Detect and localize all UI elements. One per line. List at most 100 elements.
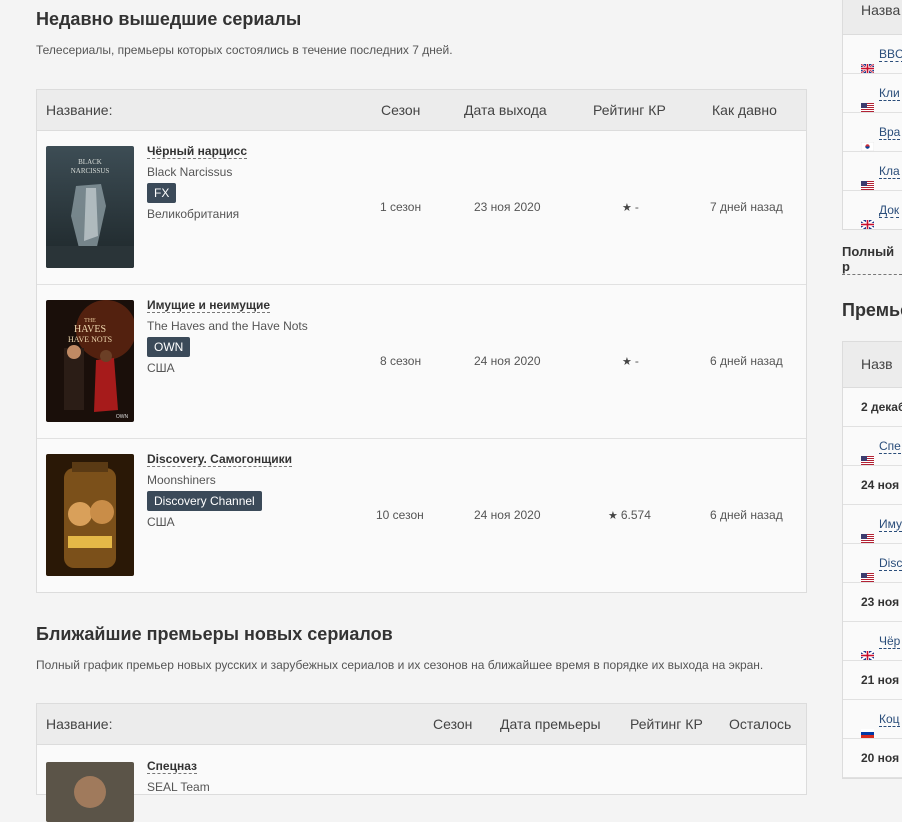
poster-image[interactable] [46,762,134,822]
network-badge[interactable]: OWN [147,337,191,357]
network-badge[interactable]: Discovery Channel [147,491,262,511]
poster-image[interactable]: THE HAVES HAVE NOTS OWN [46,300,134,422]
sidebar-item-link[interactable]: Док [879,203,900,218]
recent-section-description: Телесериалы, премьеры которых состоялись… [36,43,453,57]
sidebar-item-link[interactable]: BBC [879,47,902,62]
svg-text:OWN: OWN [116,414,129,420]
table-row: Discovery. Самогонщики Moonshiners Disco… [37,439,806,592]
sidebar-item-link[interactable]: Кли [879,86,900,101]
sidebar-item[interactable]: Коц [843,700,902,739]
sidebar-item[interactable]: Спе [843,427,902,466]
show-title-link[interactable]: Спецназ [147,759,197,774]
upcoming-section-description: Полный график премьер новых русских и за… [36,658,764,672]
flag-us-icon [861,520,874,543]
flag-uk-icon [860,206,875,229]
flag-us-icon [861,167,874,190]
sidebar-item-link[interactable]: Чёр [879,634,901,649]
ago-cell: 7 дней назад [710,200,783,214]
sidebar-item[interactable]: Док [843,191,902,229]
sidebar-item[interactable]: Кла [843,152,902,191]
star-icon: ★ [622,202,632,214]
sidebar-date: 21 ноя [843,661,902,700]
sidebar-date: 24 ноя [843,466,902,505]
col-rating[interactable]: Рейтинг КР [630,716,703,732]
sidebar-item-link[interactable]: Коц [879,712,900,727]
sidebar-item[interactable]: Иму [843,505,902,544]
flag-us-icon [861,442,874,465]
sidebar-item-link[interactable]: Спе [879,439,901,454]
col-name: Название: [46,716,113,732]
season-cell: 1 сезон [380,200,422,214]
sidebar-item[interactable]: BBC [843,35,902,74]
date-cell: 24 ноя 2020 [474,354,541,368]
col-season[interactable]: Сезон [433,716,472,732]
rating-cell: ★ - [622,200,639,214]
network-badge[interactable]: FX [147,183,177,203]
sidebar-header: Назва [843,0,902,35]
country: США [147,515,175,529]
flag-us-icon [861,89,874,112]
poster-image[interactable]: BLACK NARCISSUS [46,146,134,268]
svg-text:HAVE NOTS: HAVE NOTS [68,335,112,344]
sidebar-item-link[interactable]: Disc [879,556,902,571]
show-info: Чёрный нарцисс Black Narcissus FX Велико… [147,144,247,221]
country: США [147,361,175,375]
col-name: Название: [46,102,113,118]
svg-text:BLACK: BLACK [78,158,102,166]
season-cell: 10 сезон [376,508,424,522]
col-date[interactable]: Дата премьеры [500,716,601,732]
original-title: Black Narcissus [147,165,233,179]
rating-value: 6.574 [620,508,651,522]
show-title-link[interactable]: Discovery. Самогонщики [147,452,292,467]
table-header: Название: Сезон Дата выхода Рейтинг КР К… [37,90,806,131]
col-left[interactable]: Осталось [729,716,791,732]
ago-cell: 6 дней назад [710,354,783,368]
sidebar-item[interactable]: Вра [843,113,902,152]
recent-section-title: Недавно вышедшие сериалы [36,9,302,29]
sidebar-header: Назв [843,342,902,388]
full-schedule-link[interactable]: Полный р [842,244,902,275]
rating-value: - [634,200,639,214]
ago-cell: 6 дней назад [710,508,783,522]
sidebar-item[interactable]: Disc [843,544,902,583]
table-row: Спецназ SEAL Team [37,745,806,822]
table-row: BLACK NARCISSUS Чёрный нарцисс Black Nar… [37,131,806,285]
date-cell: 24 ноя 2020 [474,508,541,522]
show-title-link[interactable]: Чёрный нарцисс [147,144,247,159]
svg-text:NARCISSUS: NARCISSUS [71,167,110,175]
sidebar-item[interactable]: Кли [843,74,902,113]
table-header: Название: Сезон Дата премьеры Рейтинг КР… [37,704,806,745]
poster-image[interactable] [46,454,134,576]
sidebar-date: 23 ноя [843,583,902,622]
star-icon: ★ [608,510,618,522]
flag-kr-icon [860,128,875,151]
col-ago[interactable]: Как давно [712,102,777,118]
star-icon: ★ [622,356,632,368]
date-cell: 23 ноя 2020 [474,200,541,214]
sidebar-box-recent: Назва BBC Кли Вра Кла Док [842,0,902,230]
sidebar: Назва BBC Кли Вра Кла Док Полный р Премь… [842,0,902,789]
country: Великобритания [147,207,240,221]
season-cell: 8 сезон [380,354,422,368]
original-title: Moonshiners [147,473,216,487]
upcoming-section-title: Ближайшие премьеры новых сериалов [36,624,393,644]
col-date[interactable]: Дата выхода [464,102,547,118]
show-title-link[interactable]: Имущие и неимущие [147,298,271,313]
sidebar-box-premieres: Назв 2 декаб Спе 24 ноя Иму Disc 23 ноя … [842,341,902,779]
sidebar-date: 2 декаб [843,388,902,427]
svg-text:HAVES: HAVES [74,324,106,335]
original-title: The Haves and the Have Nots [147,319,308,333]
sidebar-date: 20 ноя [843,739,902,778]
table-row: THE HAVES HAVE NOTS OWN Имущие и неимущи… [37,285,806,439]
sidebar-item-link[interactable]: Вра [879,125,901,140]
sidebar-item-link[interactable]: Иму [879,517,902,532]
col-rating[interactable]: Рейтинг КР [593,102,666,118]
col-season[interactable]: Сезон [381,102,420,118]
sidebar-item[interactable]: Чёр [843,622,902,661]
upcoming-table: Название: Сезон Дата премьеры Рейтинг КР… [36,703,807,822]
flag-us-icon [861,559,874,582]
flag-uk-icon [860,50,875,73]
rating-cell: ★ - [622,354,639,368]
sidebar-item-link[interactable]: Кла [879,164,900,179]
rating-cell: ★ 6.574 [608,508,651,522]
